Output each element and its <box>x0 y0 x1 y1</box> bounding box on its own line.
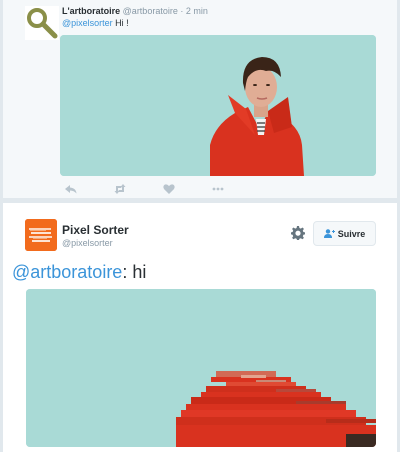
pixel-sorter-logo-icon <box>25 219 57 251</box>
pixel-sorted-photo <box>26 289 376 447</box>
reply-action-bar <box>60 182 240 196</box>
favorite-icon[interactable] <box>162 182 176 196</box>
main-media-image[interactable] <box>26 289 376 447</box>
reply-icon[interactable] <box>64 182 78 196</box>
reply-author-handle[interactable]: @artboratoire <box>123 6 178 16</box>
more-icon[interactable] <box>211 182 225 196</box>
main-text-body: : hi <box>122 262 147 282</box>
reply-author-avatar[interactable] <box>25 6 59 40</box>
reply-mention-link[interactable]: @pixelsorter <box>62 18 113 28</box>
main-author-name[interactable]: Pixel Sorter <box>62 223 129 237</box>
reply-separator: · <box>180 6 184 16</box>
retweet-icon[interactable] <box>113 182 127 196</box>
main-author-avatar[interactable] <box>25 219 57 251</box>
gear-icon[interactable] <box>291 226 305 240</box>
follow-button-label: Suivre <box>337 228 366 239</box>
reply-tweet[interactable]: L'artboratoire @artboratoire · 2 min @pi… <box>3 0 397 199</box>
follow-button[interactable]: Suivre <box>313 221 376 246</box>
reply-timestamp[interactable]: 2 min <box>186 6 208 16</box>
reply-header: L'artboratoire @artboratoire · 2 min <box>62 6 208 16</box>
reply-media-image[interactable] <box>60 35 376 176</box>
main-author-handle[interactable]: @pixelsorter <box>62 238 113 248</box>
main-mention-link[interactable]: @artboratoire <box>12 262 122 282</box>
reply-text-body: Hi ! <box>112 18 129 28</box>
reply-tweet-text: @pixelsorter Hi ! <box>62 18 129 28</box>
main-tweet-text: @artboratoire: hi <box>12 262 146 283</box>
reply-author-name[interactable]: L'artboratoire <box>62 6 120 16</box>
magnifier-icon <box>27 8 58 39</box>
add-user-icon <box>323 229 335 238</box>
woman-red-coat-photo <box>60 35 376 176</box>
main-tweet[interactable]: Pixel Sorter @pixelsorter Suivre @artbor… <box>3 203 397 452</box>
